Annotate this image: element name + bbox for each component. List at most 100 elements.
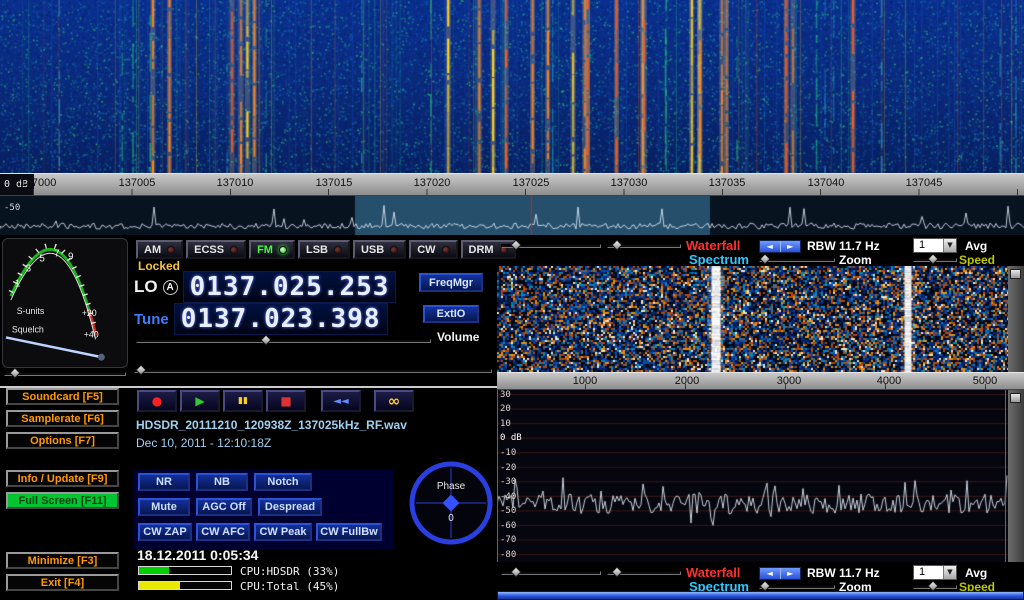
soundcard-button[interactable]: Soundcard [F5] — [6, 388, 119, 405]
tuning-slider[interactable] — [134, 366, 492, 376]
play-button[interactable]: ▶ — [180, 390, 220, 412]
waterfall-contrast-slider[interactable] — [607, 568, 681, 578]
stop-icon: ■ — [280, 394, 291, 408]
slider-handle[interactable] — [927, 253, 938, 264]
slider-handle[interactable] — [510, 239, 521, 250]
dropdown-arrow-icon[interactable]: ▼ — [943, 239, 956, 252]
af-waterfall-display[interactable] — [497, 266, 1008, 372]
recording-filename: HDSDR_20111210_120938Z_137025kHz_RF.wav — [136, 418, 407, 432]
mode-led-icon — [334, 246, 342, 254]
volume-slider[interactable] — [136, 336, 431, 346]
spectrum-edge-marker — [497, 390, 498, 562]
cw-afc-button[interactable]: CW AFC — [196, 523, 250, 541]
options-button[interactable]: Options [F7] — [6, 432, 119, 449]
phase-dial[interactable]: Phase 0 — [407, 459, 495, 547]
dropdown-arrow-icon[interactable]: ▼ — [943, 566, 956, 579]
cw-fullbw-button[interactable]: CW FullBw — [316, 523, 382, 541]
speed-slider[interactable] — [913, 255, 957, 265]
agc-off-button[interactable]: AGC Off — [196, 498, 252, 516]
waterfall-contrast-slider[interactable] — [607, 241, 681, 251]
af-spectrum-scrollbar[interactable] — [1008, 390, 1024, 562]
zoom-slider[interactable] — [759, 255, 835, 265]
waterfall-brightness-slider[interactable] — [501, 568, 601, 578]
hdsdr-window: 0 dB 137000 137005 137010 137015 137020 … — [0, 0, 1024, 600]
record-button[interactable]: ● — [137, 390, 177, 412]
mode-lsb-button[interactable]: LSB — [298, 240, 350, 259]
slider-handle[interactable] — [611, 566, 622, 577]
af-spectrum-canvas[interactable] — [497, 390, 1008, 562]
lo-frequency-display[interactable]: 0137.025.253 — [183, 271, 397, 303]
volume-slider-handle[interactable] — [260, 334, 271, 345]
main-spectrum-display[interactable]: -50 — [0, 196, 1024, 235]
af-pan-bar[interactable] — [497, 591, 1024, 600]
spinner-right-icon[interactable]: ► — [781, 568, 801, 579]
zoom-spinner[interactable]: ◄ ► — [759, 240, 801, 253]
af-waterfall-scrollbar[interactable] — [1008, 266, 1024, 372]
frequency-scale[interactable]: 0 dB 137000 137005 137010 137015 137020 … — [0, 173, 1024, 196]
rx-channel-a-badge[interactable]: A — [163, 280, 178, 295]
cw-zap-button[interactable]: CW ZAP — [138, 523, 192, 541]
freq-tick-label: 137000 — [20, 177, 57, 189]
stop-button[interactable]: ■ — [266, 390, 306, 412]
rewind-button[interactable]: ◄◄ — [321, 390, 361, 412]
spinner-right-icon[interactable]: ► — [781, 241, 801, 252]
phase-label: Phase — [407, 481, 495, 492]
smeter-tick-1: 1 — [15, 278, 20, 289]
mode-am-button[interactable]: AM — [136, 240, 183, 259]
samplerate-button[interactable]: Samplerate [F6] — [6, 410, 119, 427]
spinner-left-icon[interactable]: ◄ — [760, 241, 781, 252]
nb-button[interactable]: NB — [196, 473, 248, 491]
tune-frequency-display[interactable]: 0137.023.398 — [174, 303, 388, 335]
notch-button[interactable]: Notch — [254, 473, 312, 491]
minimize-button[interactable]: Minimize [F3] — [6, 552, 119, 569]
tuning-slider-handle[interactable] — [135, 364, 146, 375]
exit-button[interactable]: Exit [F4] — [6, 574, 119, 591]
squelch-slider[interactable] — [4, 369, 126, 379]
despread-button[interactable]: Despread — [258, 498, 322, 516]
spectrum-tab-label[interactable]: Spectrum — [689, 252, 749, 267]
mode-led-icon — [390, 246, 398, 254]
spectrum-cursor-marker — [1005, 390, 1006, 562]
freqmgr-button[interactable]: FreqMgr — [419, 273, 483, 292]
s-meter[interactable]: 1 3 5 7 9 +20 +40 S-units Squelch — [2, 238, 128, 368]
loop-button[interactable]: ∞ — [374, 390, 414, 412]
slider-handle[interactable] — [759, 580, 770, 591]
main-waterfall-display[interactable] — [0, 0, 1024, 173]
scrollbar-handle[interactable] — [1010, 393, 1021, 403]
af-tick-label: 4000 — [877, 375, 901, 387]
slider-handle[interactable] — [611, 239, 622, 250]
af-tick-label: 1000 — [573, 375, 597, 387]
mode-fm-button[interactable]: FM — [249, 240, 295, 259]
tune-frequency-row: Tune 0137.023.398 — [134, 303, 388, 335]
zoom-spinner[interactable]: ◄ ► — [759, 567, 801, 580]
main-spectrum-canvas[interactable] — [0, 196, 1024, 235]
info-update-button[interactable]: Info / Update [F9] — [6, 470, 119, 487]
cpu-total-bar — [138, 581, 232, 590]
smeter-tick-9: 9 — [68, 252, 73, 263]
fullscreen-button[interactable]: Full Screen [F11] — [6, 492, 119, 509]
avg-dropdown[interactable]: 1 ▼ — [913, 238, 957, 253]
af-tick-label: 3000 — [777, 375, 801, 387]
right-display-controls-top: Waterfall Spectrum ◄ ► RBW 11.7 Hz Zoom … — [497, 238, 1024, 266]
mute-button[interactable]: Mute — [138, 498, 190, 516]
waterfall-brightness-slider[interactable] — [501, 241, 601, 251]
extio-button[interactable]: ExtIO — [423, 305, 479, 323]
cpu-hdsdr-bar — [138, 566, 232, 575]
mode-usb-button[interactable]: USB — [353, 240, 406, 259]
waterfall-tab-label[interactable]: Waterfall — [686, 238, 740, 253]
waterfall-tab-label[interactable]: Waterfall — [686, 565, 740, 580]
cw-peak-button[interactable]: CW Peak — [254, 523, 312, 541]
slider-handle[interactable] — [927, 580, 938, 591]
slider-handle[interactable] — [759, 253, 770, 264]
avg-dropdown[interactable]: 1 ▼ — [913, 565, 957, 580]
af-frequency-scale[interactable]: 1000 2000 3000 4000 5000 — [497, 372, 1024, 390]
spinner-left-icon[interactable]: ◄ — [760, 568, 781, 579]
scrollbar-handle[interactable] — [1010, 269, 1021, 279]
pause-button[interactable]: ▮▮ — [223, 390, 263, 412]
nr-button[interactable]: NR — [138, 473, 190, 491]
af-spectrum-display[interactable]: 30 20 10 0 dB -10 -20 -30 -40 -50 -60 -7… — [497, 390, 1008, 562]
slider-handle[interactable] — [510, 566, 521, 577]
mode-cw-button[interactable]: CW — [409, 240, 457, 259]
squelch-slider-handle[interactable] — [9, 367, 20, 378]
mode-ecss-button[interactable]: ECSS — [186, 240, 246, 259]
